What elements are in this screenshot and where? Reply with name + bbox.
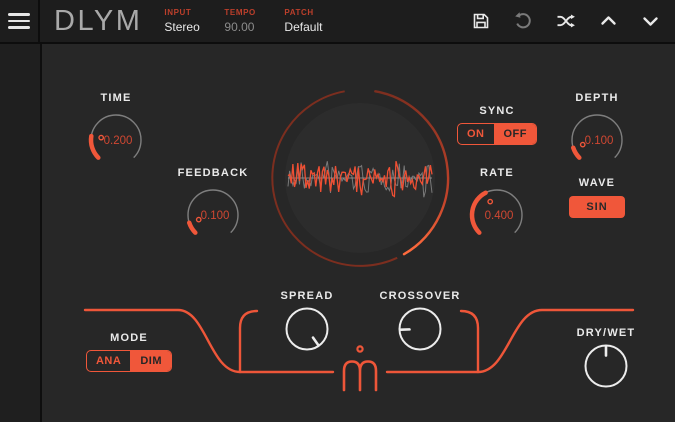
svg-text:0.200: 0.200 [104, 135, 133, 147]
feedback-knob[interactable]: FEEDBACK 0.100 [168, 167, 258, 245]
header-toolbar [470, 9, 675, 33]
patch-field[interactable]: PATCH Default [284, 8, 322, 34]
mode-ana-option[interactable]: ANA [87, 351, 130, 371]
wave-control: WAVE SIN [552, 177, 642, 218]
sync-off-option[interactable]: OFF [494, 124, 537, 144]
chevron-down-icon [641, 12, 660, 30]
spread-knob-label: SPREAD [262, 290, 352, 302]
crossover-knob-label: CROSSOVER [375, 290, 465, 302]
shuffle-icon [556, 12, 576, 30]
rate-knob[interactable]: RATE 0.400 [452, 167, 542, 245]
input-field[interactable]: INPUT Stereo [164, 8, 200, 34]
app-title: DLYM [54, 5, 142, 38]
mode-dim-option[interactable]: DIM [130, 351, 171, 371]
dlym-plugin-window: DLYM INPUT Stereo TEMPO 90.00 PATCH Defa… [0, 0, 675, 422]
chevron-up-icon [599, 12, 618, 30]
svg-text:0.400: 0.400 [485, 210, 514, 222]
left-sidebar-strip [0, 44, 42, 422]
header-fields: INPUT Stereo TEMPO 90.00 PATCH Default [164, 8, 322, 34]
save-icon [472, 12, 490, 30]
mode-label: MODE [84, 332, 174, 344]
crossover-knob[interactable]: CROSSOVER [375, 290, 465, 354]
drywet-knob-label: DRY/WET [561, 327, 651, 339]
sync-toggle[interactable]: ON OFF [457, 123, 537, 145]
tempo-label: TEMPO [224, 8, 260, 17]
header-bar: DLYM INPUT Stereo TEMPO 90.00 PATCH Defa… [0, 0, 675, 44]
randomize-button[interactable] [554, 10, 578, 32]
sync-label: SYNC [452, 105, 542, 117]
svg-text:0.100: 0.100 [201, 210, 230, 222]
menu-button[interactable] [0, 0, 40, 42]
undo-button[interactable] [511, 9, 535, 33]
tempo-field[interactable]: TEMPO 90.00 [224, 8, 260, 34]
hamburger-icon [8, 13, 30, 16]
spread-knob[interactable]: SPREAD [262, 290, 352, 354]
feedback-knob-label: FEEDBACK [168, 167, 258, 179]
rate-knob-label: RATE [452, 167, 542, 179]
depth-knob-label: DEPTH [552, 92, 642, 104]
input-label: INPUT [164, 8, 200, 17]
time-knob-label: TIME [71, 92, 161, 104]
wave-label: WAVE [552, 177, 642, 189]
input-value: Stereo [164, 20, 200, 34]
waveform-display [285, 103, 435, 253]
sync-control: SYNC ON OFF [452, 105, 542, 145]
next-patch-button[interactable] [639, 10, 662, 32]
patch-label: PATCH [284, 8, 322, 17]
drywet-knob[interactable]: DRY/WET [561, 327, 651, 391]
time-knob[interactable]: TIME 0.200 [71, 92, 161, 170]
mode-toggle[interactable]: ANA DIM [86, 350, 172, 372]
patch-value: Default [284, 20, 322, 34]
wave-select-button[interactable]: SIN [569, 196, 624, 218]
svg-text:0.100: 0.100 [585, 135, 614, 147]
save-button[interactable] [470, 10, 492, 32]
mode-control: MODE ANA DIM [84, 332, 174, 372]
previous-patch-button[interactable] [597, 10, 620, 32]
undo-icon [513, 11, 533, 31]
depth-knob[interactable]: DEPTH 0.100 [552, 92, 642, 170]
tempo-value: 90.00 [224, 20, 260, 34]
sync-on-option[interactable]: ON [458, 124, 494, 144]
